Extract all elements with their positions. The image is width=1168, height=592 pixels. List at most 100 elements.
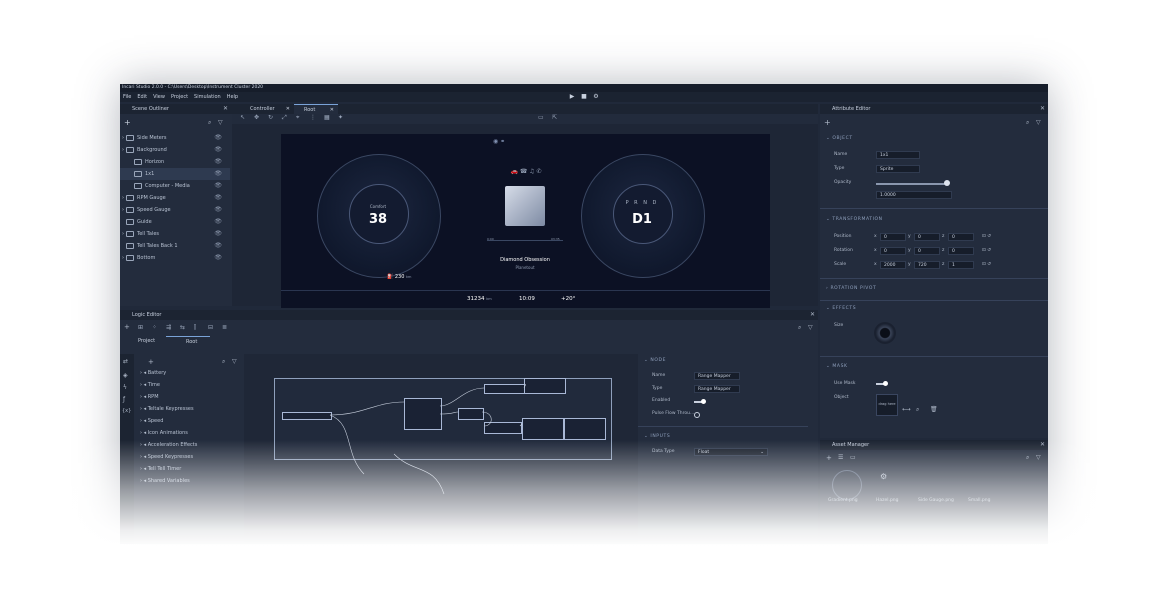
eye-icon[interactable]: 👁 — [214, 216, 222, 228]
eye-icon[interactable]: 👁 — [214, 192, 222, 204]
group-icon[interactable]: ⊟ — [208, 324, 213, 332]
use-mask-toggle-handle[interactable] — [883, 381, 888, 386]
logic-list-item[interactable]: › ◂ RPM — [140, 394, 240, 400]
logic-list-item[interactable]: › ◂ Speed Keypresses — [140, 454, 240, 460]
node-icon[interactable]: ⊞ — [138, 324, 143, 332]
close-icon[interactable]: ✕ — [1040, 104, 1045, 114]
outliner-item[interactable]: Tell Tales Back 1 👁 — [120, 240, 230, 252]
opacity-slider[interactable] — [876, 183, 946, 185]
name-field[interactable]: 1x1 — [876, 151, 920, 159]
pin-icon[interactable]: ⌖ — [296, 114, 299, 122]
chevron-icon[interactable]: › ◂ — [140, 442, 148, 448]
position-z-field[interactable]: 0 — [948, 233, 974, 241]
scale-icon[interactable]: ⤢ — [282, 114, 287, 122]
tab-controller[interactable]: Controller ✕ — [240, 104, 294, 114]
menu-view[interactable]: View — [150, 92, 168, 102]
node-name-field[interactable]: Range Mapper — [694, 372, 740, 380]
logic-list-item[interactable]: › ◂ Speed — [140, 418, 240, 424]
tab-root[interactable]: Root ✕ — [294, 104, 338, 114]
chevron-icon[interactable]: › ◂ — [140, 454, 148, 460]
eye-icon[interactable]: 👁 — [214, 204, 222, 216]
eye-icon[interactable]: 👁 — [214, 252, 222, 264]
node-graph[interactable] — [244, 354, 638, 544]
cube-icon[interactable]: ◈ — [123, 372, 128, 379]
variable-icon[interactable]: {x} — [122, 408, 131, 414]
menu-project[interactable]: Project — [168, 92, 191, 102]
search-icon[interactable]: ⌕ — [222, 358, 225, 366]
chevron-icon[interactable]: › ◂ — [140, 406, 148, 412]
play-icon[interactable]: ▶ — [568, 93, 576, 101]
pulse-radio[interactable] — [694, 412, 700, 418]
light-icon[interactable]: ✦ — [338, 114, 343, 122]
asset-label[interactable]: Hazel.png — [876, 498, 899, 503]
mask-drop-target[interactable]: drag here — [876, 394, 898, 416]
outliner-item[interactable]: › Bottom 👁 — [120, 252, 230, 264]
distribute-icon[interactable]: ⇆ — [180, 324, 185, 332]
close-icon[interactable]: ✕ — [286, 104, 290, 114]
add-icon[interactable]: + — [124, 323, 130, 331]
inputs-section[interactable]: ⌄ INPUTS — [644, 434, 670, 439]
eye-icon[interactable]: 👁 — [214, 228, 222, 240]
move-icon[interactable]: ✥ — [254, 114, 259, 122]
filter-icon[interactable]: ▽ — [1036, 454, 1041, 461]
stack-icon[interactable]: ≣ — [222, 324, 227, 332]
asset-label[interactable]: Side Gauge.png — [918, 498, 954, 503]
lock-icon[interactable]: ⊡ ↺ — [982, 233, 991, 241]
effect-preview[interactable] — [874, 322, 896, 344]
fit-icon[interactable]: ▭ — [538, 114, 544, 122]
asset-label[interactable]: Gradient.png — [828, 498, 858, 503]
menu-help[interactable]: Help — [224, 92, 241, 102]
layout-icon[interactable]: ⫿ — [194, 324, 196, 332]
search-icon[interactable]: ⌕ — [916, 406, 919, 414]
outliner-item[interactable]: › Side Meters 👁 — [120, 132, 230, 144]
effects-section[interactable]: ⌄ EFFECTS — [826, 306, 856, 311]
add-icon[interactable]: + — [124, 118, 131, 127]
link-icon[interactable]: ⟷ — [902, 406, 911, 413]
enabled-toggle-handle[interactable] — [701, 399, 706, 404]
tab-root[interactable]: Root — [166, 336, 210, 346]
outliner-item[interactable]: › Tell Tales 👁 — [120, 228, 230, 240]
chevron-icon[interactable]: › ◂ — [140, 430, 148, 436]
search-icon[interactable]: ⌕ — [1026, 454, 1029, 462]
eye-icon[interactable]: 👁 — [214, 156, 222, 168]
chevron-icon[interactable]: › ◂ — [140, 418, 148, 424]
scale-z-field[interactable]: 1 — [948, 261, 974, 269]
list-icon[interactable]: ☰ — [838, 454, 843, 461]
transformation-section[interactable]: ⌄ TRANSFORMATION — [826, 217, 883, 222]
chevron-icon[interactable]: › ◂ — [140, 466, 148, 472]
object-section[interactable]: ⌄ OBJECT — [826, 136, 853, 141]
eye-icon[interactable]: 👁 — [214, 132, 222, 144]
menu-file[interactable]: File — [120, 92, 134, 102]
scale-x-field[interactable]: 2000 — [880, 261, 906, 269]
outliner-item[interactable]: › RPM Gauge 👁 — [120, 192, 230, 204]
logic-list-item[interactable]: › ◂ Battery — [140, 370, 240, 376]
eye-icon[interactable]: 👁 — [214, 240, 222, 252]
rotation-y-field[interactable]: 0 — [914, 247, 940, 255]
function-icon[interactable]: ƒ — [123, 396, 125, 403]
chevron-icon[interactable]: › ◂ — [140, 394, 148, 400]
search-icon[interactable]: ⌕ — [798, 324, 801, 332]
eye-icon[interactable]: 👁 — [214, 168, 222, 180]
add-icon[interactable]: + — [824, 118, 831, 127]
search-icon[interactable]: ⌕ — [1026, 119, 1029, 127]
rotation-pivot-section[interactable]: › ROTATION PIVOT — [826, 286, 876, 291]
expand-icon[interactable]: ⇱ — [552, 114, 557, 122]
outliner-item[interactable]: 1x1 👁 — [120, 168, 230, 180]
menu-simulation[interactable]: Simulation — [191, 92, 224, 102]
mask-section[interactable]: ⌄ MASK — [826, 364, 848, 369]
logic-list-item[interactable]: › ◂ Tell Tell Timer — [140, 466, 240, 472]
close-icon[interactable]: ✕ — [1040, 440, 1045, 450]
node-section[interactable]: ⌄ NODE — [644, 358, 666, 363]
position-y-field[interactable]: 0 — [914, 233, 940, 241]
logic-list-item[interactable]: › ◂ Icon Animations — [140, 430, 240, 436]
align-icon[interactable]: ⇶ — [166, 324, 171, 332]
rotation-z-field[interactable]: 0 — [948, 247, 974, 255]
rotation-x-field[interactable]: 0 — [880, 247, 906, 255]
outliner-item[interactable]: Computer - Media 👁 — [120, 180, 230, 192]
folder-icon[interactable]: ▭ — [850, 454, 856, 461]
cluster-preview[interactable]: ◉ ⚭ Comfort 38 P R N D D1 ⛽ 230 km 🚗 ☎ ♫… — [281, 134, 770, 308]
cursor-icon[interactable]: ↖ — [240, 114, 245, 122]
logic-list-item[interactable]: › ◂ Acceleration Effects — [140, 442, 240, 448]
chevron-icon[interactable]: › ◂ — [140, 370, 148, 376]
snap-icon[interactable]: ⋮ — [310, 114, 316, 122]
